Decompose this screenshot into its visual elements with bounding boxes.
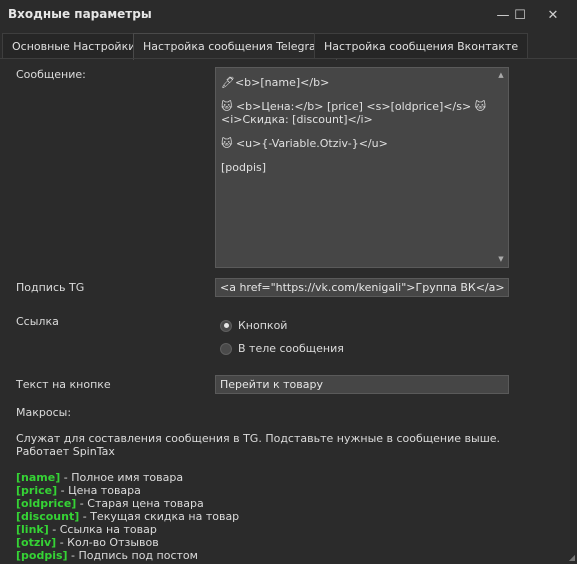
macro-item: [otziv] - Кол-во Отзывов bbox=[16, 536, 239, 549]
macro-key: [name] bbox=[16, 471, 61, 484]
message-scrollbar[interactable]: ▲ ▼ bbox=[494, 68, 508, 267]
macro-desc: - Старая цена товара bbox=[76, 497, 204, 510]
macro-item: [price] - Цена товара bbox=[16, 484, 239, 497]
radio-body-option[interactable]: В теле сообщения bbox=[220, 342, 344, 355]
button-text-input[interactable]: Перейти к товару bbox=[215, 375, 509, 394]
macro-desc: - Подпись под постом bbox=[67, 549, 198, 562]
macro-desc: - Текущая скидка на товар bbox=[79, 510, 240, 523]
tab-bar: Основные Настройки Настройка сообщения T… bbox=[0, 33, 577, 60]
macro-item: [podpis] - Подпись под постом bbox=[16, 549, 239, 562]
title-bar: Входные параметры — ☐ ✕ bbox=[0, 0, 577, 30]
radio-body-option-label: В теле сообщения bbox=[238, 342, 344, 355]
macro-item: [oldprice] - Старая цена товара bbox=[16, 497, 239, 510]
macros-list: [name] - Полное имя товара [price] - Цен… bbox=[16, 471, 239, 562]
signature-input[interactable]: <a href="https://vk.com/kenigali">Группа… bbox=[215, 278, 509, 297]
macro-desc: - Кол-во Отзывов bbox=[56, 536, 159, 549]
window-title: Входные параметры bbox=[8, 7, 152, 21]
macro-desc: - Цена товара bbox=[57, 484, 141, 497]
macro-key: [podpis] bbox=[16, 549, 68, 562]
macros-description: Служат для составления сообщения в TG. П… bbox=[16, 432, 501, 458]
maximize-button[interactable]: ☐ bbox=[505, 0, 535, 30]
radio-button-option-label: Кнопкой bbox=[238, 319, 288, 332]
message-line: 🖊<b>[name]</b> bbox=[221, 76, 330, 89]
scroll-down-icon[interactable]: ▼ bbox=[494, 255, 508, 263]
macros-heading: Макросы: bbox=[16, 406, 72, 419]
telegram-settings-panel: Сообщение: 🖊<b>[name]</b> 🐱 <b>Цена:</b>… bbox=[0, 59, 577, 564]
macro-key: [otziv] bbox=[16, 536, 57, 549]
macro-key: [oldprice] bbox=[16, 497, 77, 510]
macro-item: [discount] - Текущая скидка на товар bbox=[16, 510, 239, 523]
radio-unselected-icon bbox=[220, 342, 232, 355]
tab-main-settings[interactable]: Основные Настройки bbox=[2, 33, 146, 59]
macro-key: [discount] bbox=[16, 510, 80, 523]
macro-desc: - Ссылка на товар bbox=[48, 523, 157, 536]
scroll-up-icon[interactable]: ▲ bbox=[494, 71, 508, 79]
message-line: 🐱 <u>{-Variable.Otziv-}</u> bbox=[221, 137, 388, 150]
radio-selected-icon bbox=[220, 319, 232, 332]
close-button[interactable]: ✕ bbox=[538, 0, 568, 30]
message-line: [podpis] bbox=[221, 161, 267, 174]
tab-telegram-message[interactable]: Настройка сообщения Telegram bbox=[133, 33, 337, 60]
link-label: Ссылка bbox=[16, 315, 59, 328]
message-label: Сообщение: bbox=[16, 68, 86, 81]
macro-item: [name] - Полное имя товара bbox=[16, 471, 239, 484]
macro-key: [price] bbox=[16, 484, 58, 497]
signature-label: Подпись TG bbox=[16, 281, 85, 294]
resize-grip-icon[interactable]: ◢ bbox=[569, 553, 575, 562]
tab-vk-message[interactable]: Настройка сообщения Вконтакте bbox=[314, 33, 529, 59]
message-line: 🐱 <b>Цена:</b> [price] <s>[oldprice]</s>… bbox=[221, 100, 487, 126]
radio-button-option[interactable]: Кнопкой bbox=[220, 319, 287, 332]
button-text-label: Текст на кнопке bbox=[16, 378, 111, 391]
macro-desc: - Полное имя товара bbox=[60, 471, 184, 484]
message-text: 🖊<b>[name]</b> 🐱 <b>Цена:</b> [price] <s… bbox=[221, 76, 493, 185]
macro-key: [link] bbox=[16, 523, 49, 536]
message-textarea[interactable]: 🖊<b>[name]</b> 🐱 <b>Цена:</b> [price] <s… bbox=[215, 67, 509, 268]
macro-item: [link] - Ссылка на товар bbox=[16, 523, 239, 536]
